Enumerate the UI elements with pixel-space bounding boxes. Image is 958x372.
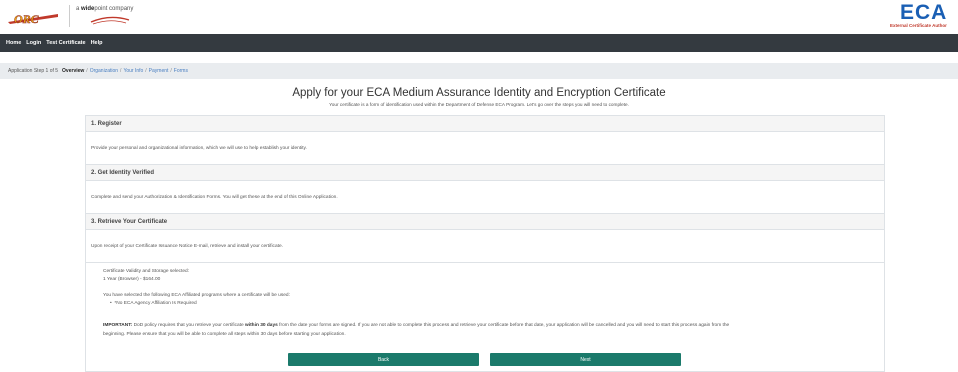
important-notice: IMPORTANT: DoD policy requires that you … xyxy=(103,323,730,328)
orc-logo[interactable]: ORC xyxy=(6,8,60,28)
step-verify-text: Complete and send your Authorization & I… xyxy=(86,181,884,214)
header: ORC a widepoint company ECA External Cer… xyxy=(0,0,958,34)
next-button[interactable]: Next xyxy=(490,353,681,366)
nav-login[interactable]: Login xyxy=(26,40,41,46)
header-divider xyxy=(69,5,70,27)
step-verify-heading: 2. Get Identity Verified xyxy=(86,165,884,181)
back-button[interactable]: Back xyxy=(288,353,479,366)
important-notice-continued: beginning. Please ensure that you will b… xyxy=(103,332,346,337)
breadcrumb-forms[interactable]: Forms xyxy=(174,68,188,74)
step-register-heading: 1. Register xyxy=(86,116,884,132)
breadcrumb: Application Step 1 of 5 Overview / Organi… xyxy=(0,63,958,79)
navbar: Home Login Test Certificate Help xyxy=(0,34,958,52)
svg-text:ORC: ORC xyxy=(14,12,40,26)
company-tagline: a widepoint company xyxy=(76,6,134,12)
nav-test-certificate[interactable]: Test Certificate xyxy=(46,40,85,46)
eca-logo[interactable]: ECA External Certificate Author xyxy=(888,2,958,31)
validity-value: 1 Year (Browser) - $164.00 xyxy=(103,277,161,282)
page-title: Apply for your ECA Medium Assurance Iden… xyxy=(292,87,666,99)
step-retrieve-heading: 3. Retrieve Your Certificate xyxy=(86,214,884,230)
breadcrumb-payment[interactable]: Payment xyxy=(149,68,169,74)
breadcrumb-your-info[interactable]: Your Info xyxy=(123,68,143,74)
step-register-text: Provide your personal and organizational… xyxy=(86,132,884,165)
nav-help[interactable]: Help xyxy=(91,40,103,46)
nav-home[interactable]: Home xyxy=(6,40,21,46)
breadcrumb-current: Overview xyxy=(62,68,85,74)
validity-label: Certificate Validity and Storage selecte… xyxy=(103,269,190,274)
widepoint-swoosh-icon xyxy=(90,16,130,25)
breadcrumb-step: Application Step 1 of 5 xyxy=(8,68,59,74)
step-retrieve-text: Upon receipt of your Certificate Issuanc… xyxy=(86,230,884,263)
breadcrumb-organization[interactable]: Organization xyxy=(90,68,118,74)
program-list-item: • *No ECA Agency Affiliation Is Required xyxy=(110,301,197,306)
page-subtitle: Your certificate is a form of identifica… xyxy=(329,102,629,107)
programs-label: You have selected the following ECA Affi… xyxy=(103,293,290,298)
